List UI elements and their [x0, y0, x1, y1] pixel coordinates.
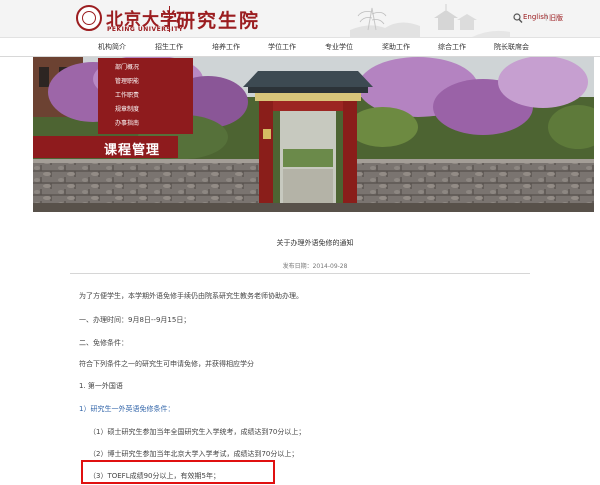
nav-item-professional-degrees[interactable]: 专业学位 [325, 42, 353, 52]
submenu-item-department-overview[interactable]: 部门概况 [115, 62, 139, 71]
section-title: 课程管理 [104, 143, 161, 158]
nav-item-training[interactable]: 培养工作 [212, 42, 240, 52]
article-paragraph: 1. 第一外国语 [79, 382, 123, 390]
highlight-annotation-box [81, 460, 275, 484]
submenu-item-management-functions[interactable]: 管理职能 [115, 76, 139, 85]
university-english-name: PEKING UNIVERSITY [107, 26, 184, 33]
nav-item-degrees[interactable]: 学位工作 [268, 42, 296, 52]
old-version-link[interactable]: 旧版 [549, 13, 563, 23]
article-paragraph: 一、办理时间：9月8日--9月15日； [79, 316, 191, 324]
article-title: 关于办理外语免修的通知 [276, 239, 354, 247]
article-paragraph: 二、免修条件： [79, 339, 128, 347]
nav-item-financial-aid[interactable]: 奖助工作 [382, 42, 410, 52]
nav-item-deans-council[interactable]: 院长联席会 [494, 42, 529, 52]
header-landscape-illustration [350, 4, 510, 37]
logo-divider [169, 6, 170, 32]
submenu-item-regulations[interactable]: 规章制度 [115, 104, 139, 113]
article-paragraph: 1）研究生一外英语免修条件： [79, 405, 175, 413]
site-header: 北京大学 PEKING UNIVERSITY 研究生院 English | 旧版 [0, 0, 600, 38]
article-paragraph: 为了方便学生，本学期外语免修手续仍由院系研究生教务老师协助办理。 [79, 292, 303, 300]
submenu-item-service-guide[interactable]: 办事指南 [115, 118, 139, 127]
nav-item-general-affairs[interactable]: 综合工作 [438, 42, 466, 52]
language-separator: | [545, 13, 548, 21]
article-paragraph: （1）硕士研究生参加当年全国研究生入学统考，成绩达到70分以上； [89, 428, 306, 436]
submenu-item-responsibilities[interactable]: 工作职责 [115, 90, 139, 99]
article-paragraph: 符合下列条件之一的研究生可申请免修，并获得相应学分 [79, 360, 254, 368]
department-title[interactable]: 研究生院 [176, 6, 260, 33]
article-date: 发布日期：2014-09-28 [282, 263, 348, 270]
search-icon[interactable] [513, 12, 523, 24]
nav-item-about[interactable]: 机构简介 [98, 42, 126, 52]
nav-item-admissions[interactable]: 招生工作 [155, 42, 183, 52]
about-submenu: 部门概况 管理职能 工作职责 规章制度 办事指南 [98, 58, 193, 134]
university-seal-logo[interactable] [76, 5, 102, 31]
main-navigation: 机构简介 招生工作 培养工作 学位工作 专业学位 奖助工作 综合工作 院长联席会 [0, 38, 600, 57]
article-paragraph: （2）博士研究生参加当年北京大学入学考试，成绩达到70分以上； [89, 450, 299, 458]
article-divider [70, 273, 530, 274]
